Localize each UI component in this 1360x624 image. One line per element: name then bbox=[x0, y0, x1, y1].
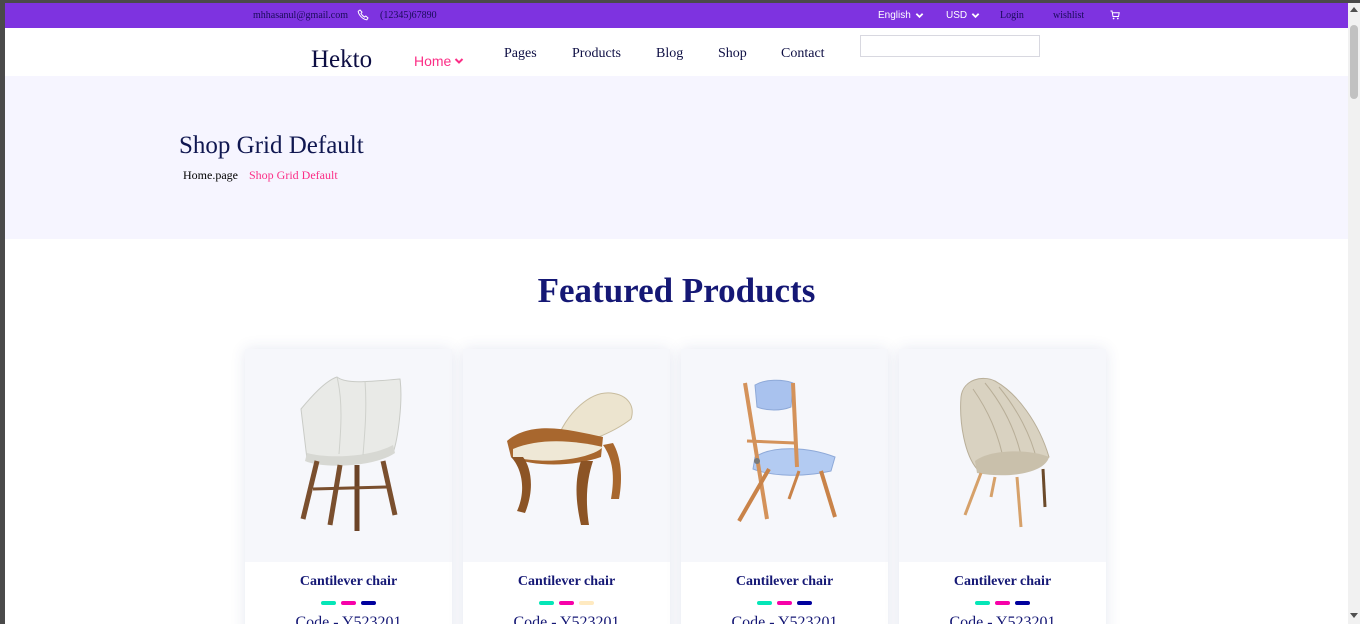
color-swatch[interactable] bbox=[341, 601, 356, 605]
language-select[interactable]: English bbox=[878, 10, 924, 21]
product-code: Code - Y523201 bbox=[513, 614, 620, 624]
color-swatch[interactable] bbox=[757, 601, 772, 605]
product-code: Code - Y523201 bbox=[295, 614, 402, 624]
product-name[interactable]: Cantilever chair bbox=[463, 574, 670, 590]
product-code: Code - Y523201 bbox=[949, 614, 1056, 624]
currency-label: USD bbox=[946, 10, 968, 21]
color-swatch[interactable] bbox=[579, 601, 594, 605]
color-swatch[interactable] bbox=[361, 601, 376, 605]
nav-shop[interactable]: Shop bbox=[718, 46, 747, 62]
language-label: English bbox=[878, 10, 911, 21]
color-swatch[interactable] bbox=[777, 601, 792, 605]
product-name[interactable]: Cantilever chair bbox=[681, 574, 888, 590]
contact-email[interactable]: mhhasanul@gmail.com bbox=[253, 10, 348, 21]
top-bar: mhhasanul@gmail.com (12345)67890 English… bbox=[5, 3, 1348, 28]
color-swatches bbox=[899, 601, 1106, 605]
section-title: Featured Products bbox=[537, 271, 816, 310]
chevron-down-icon bbox=[915, 13, 924, 19]
product-image[interactable] bbox=[899, 349, 1106, 562]
browser-viewport: mhhasanul@gmail.com (12345)67890 English… bbox=[5, 3, 1348, 624]
product-card[interactable]: Cantilever chair Code - Y523201 bbox=[899, 349, 1106, 624]
color-swatches bbox=[681, 601, 888, 605]
product-image[interactable] bbox=[463, 349, 670, 562]
color-swatches bbox=[245, 601, 452, 605]
page-header: Shop Grid Default Home.page Shop Grid De… bbox=[5, 76, 1348, 239]
color-swatch[interactable] bbox=[559, 601, 574, 605]
color-swatch[interactable] bbox=[1015, 601, 1030, 605]
chevron-down-icon bbox=[971, 13, 980, 19]
scroll-thumb[interactable] bbox=[1350, 25, 1358, 99]
phone-icon bbox=[357, 9, 369, 21]
color-swatch[interactable] bbox=[321, 601, 336, 605]
product-card[interactable]: Cantilever chair Code - Y523201 bbox=[463, 349, 670, 624]
breadcrumb-home[interactable]: Home.page bbox=[183, 168, 238, 183]
currency-select[interactable]: USD bbox=[946, 10, 980, 21]
nav-contact[interactable]: Contact bbox=[781, 46, 825, 62]
login-link[interactable]: Login bbox=[1000, 10, 1024, 21]
nav-home[interactable]: Home bbox=[414, 53, 464, 69]
product-name[interactable]: Cantilever chair bbox=[899, 574, 1106, 590]
product-name[interactable]: Cantilever chair bbox=[245, 574, 452, 590]
breadcrumb-current: Shop Grid Default bbox=[249, 168, 338, 182]
search-input[interactable] bbox=[860, 35, 1040, 57]
product-card[interactable]: Cantilever chair Code - Y523201 bbox=[681, 349, 888, 624]
scroll-down-arrow-icon[interactable] bbox=[1350, 613, 1358, 618]
nav-products[interactable]: Products bbox=[572, 46, 621, 62]
page-title: Shop Grid Default bbox=[179, 132, 364, 159]
nav-blog[interactable]: Blog bbox=[656, 46, 683, 62]
nav-home-label: Home bbox=[414, 53, 452, 69]
product-card[interactable]: Cantilever chair Code - Y523201 bbox=[245, 349, 452, 624]
cart-icon[interactable] bbox=[1110, 10, 1120, 20]
color-swatch[interactable] bbox=[539, 601, 554, 605]
wishlist-link[interactable]: wishlist bbox=[1053, 10, 1084, 21]
color-swatch[interactable] bbox=[995, 601, 1010, 605]
nav-pages[interactable]: Pages bbox=[504, 46, 537, 62]
product-image[interactable] bbox=[681, 349, 888, 562]
contact-phone[interactable]: (12345)67890 bbox=[380, 10, 437, 21]
scroll-up-arrow-icon[interactable] bbox=[1350, 7, 1358, 12]
color-swatches bbox=[463, 601, 670, 605]
logo[interactable]: Hekto bbox=[311, 46, 372, 74]
color-swatch[interactable] bbox=[975, 601, 990, 605]
color-swatch[interactable] bbox=[797, 601, 812, 605]
chevron-down-icon bbox=[455, 58, 464, 64]
main-nav: Hekto Home Pages Products Blog Shop Cont… bbox=[5, 28, 1348, 76]
product-image[interactable] bbox=[245, 349, 452, 562]
product-code: Code - Y523201 bbox=[731, 614, 838, 624]
vertical-scrollbar[interactable] bbox=[1348, 3, 1360, 624]
